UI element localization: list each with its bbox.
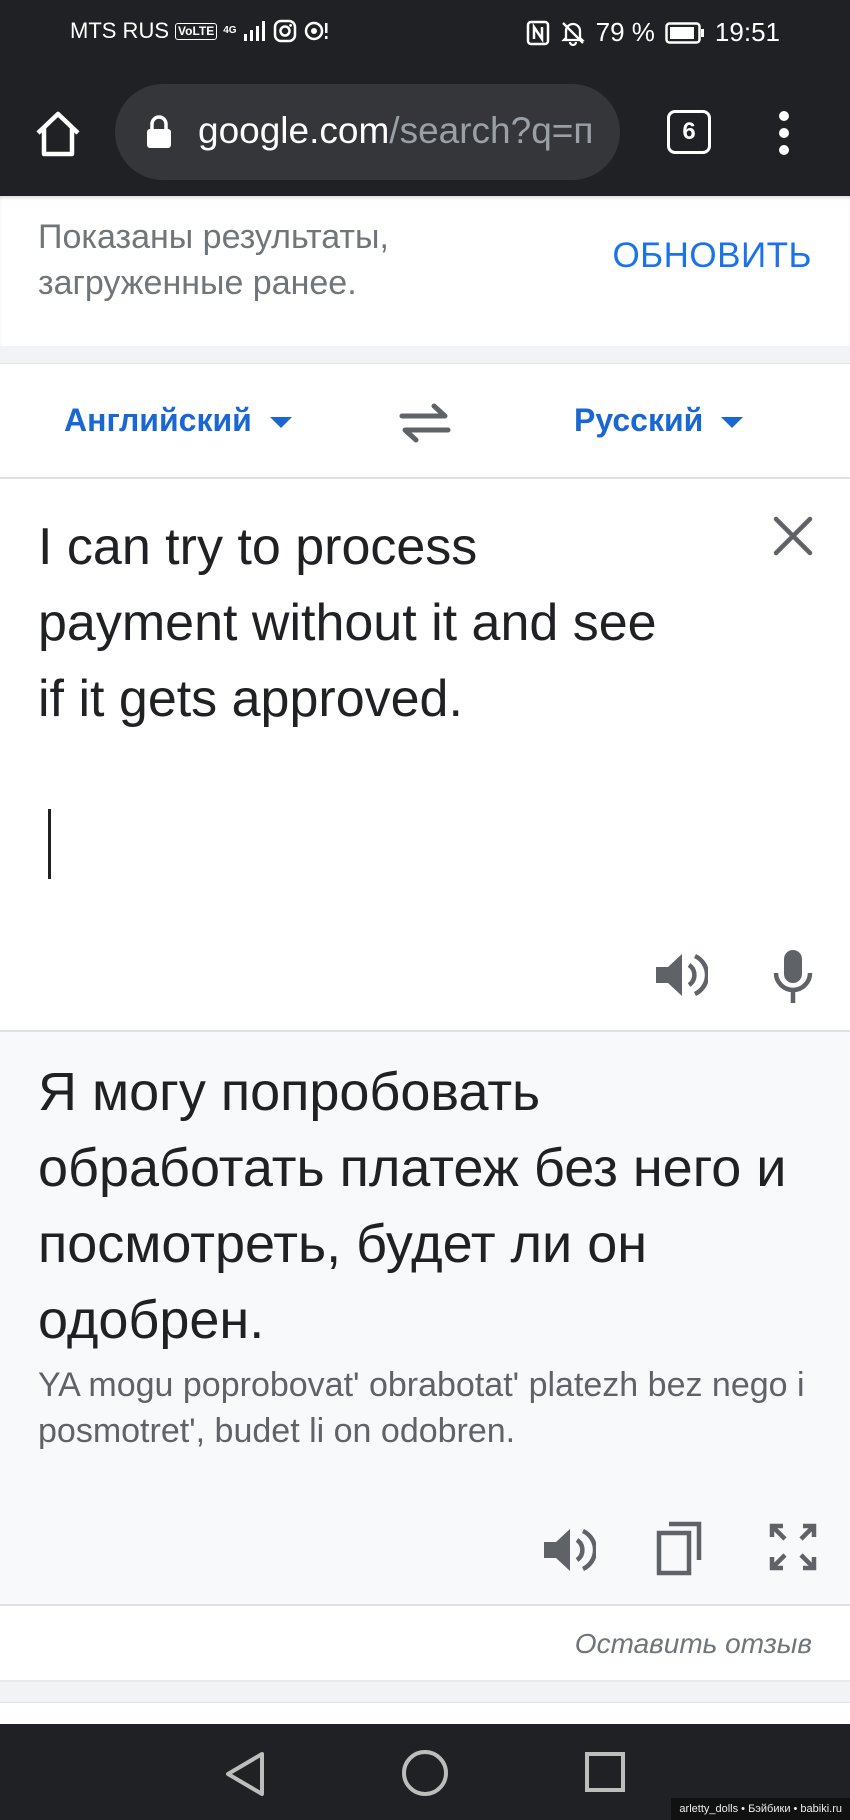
fullscreen-icon[interactable] — [768, 1522, 818, 1572]
status-right: 79 % 19:51 — [526, 17, 780, 48]
copy-icon[interactable] — [655, 1520, 703, 1576]
nfc-icon — [526, 20, 549, 45]
back-icon[interactable] — [222, 1750, 268, 1798]
lock-icon — [147, 115, 171, 148]
url-text: google.com/search?q=п — [198, 110, 593, 152]
target-language-label: Русский — [574, 402, 704, 438]
notification-dot-icon — [304, 21, 328, 41]
next-result-card — [0, 1702, 850, 1724]
source-text[interactable]: I can try to process payment without it … — [38, 509, 688, 737]
source-speaker-icon[interactable] — [652, 947, 708, 1003]
source-language-dropdown[interactable]: Английский — [64, 402, 292, 439]
home-nav-icon[interactable] — [402, 1750, 448, 1796]
url-path: /search?q=п — [389, 110, 594, 151]
system-navigation-bar: arletty_dolls • Бэйбики • babiki.ru — [0, 1724, 850, 1820]
tab-switcher-button[interactable]: 6 — [667, 110, 711, 154]
notice-text: Показаны результаты, загруженные ранее. — [38, 218, 389, 302]
browser-toolbar: google.com/search?q=п 6 — [0, 66, 850, 196]
send-feedback-link[interactable]: Оставить отзыв — [575, 1628, 812, 1660]
refresh-button[interactable]: ОБНОВИТЬ — [612, 236, 812, 276]
mute-bell-icon — [560, 21, 585, 46]
swap-languages-icon[interactable] — [398, 401, 452, 445]
translation-speaker-icon[interactable] — [540, 1522, 596, 1578]
source-language-caret-icon — [269, 417, 292, 428]
url-host: google.com — [198, 110, 390, 151]
instagram-icon — [273, 19, 296, 43]
volte-badge: VoLTE — [175, 22, 218, 40]
source-text-area[interactable]: I can try to process payment without it … — [0, 479, 850, 1032]
battery-percent: 79 % — [595, 17, 655, 47]
source-language-label: Английский — [64, 402, 252, 438]
translation-text: Я могу попробовать обработать платеж без… — [38, 1062, 787, 1350]
cached-results-notice: Показаны результаты, загруженные ранее. … — [0, 196, 850, 346]
battery-icon — [665, 21, 704, 44]
feedback-row: Оставить отзыв — [0, 1606, 850, 1682]
home-icon[interactable] — [30, 106, 86, 162]
text-cursor — [48, 809, 51, 879]
signal-icon — [243, 21, 265, 41]
microphone-icon[interactable] — [770, 947, 816, 1005]
translation-result: Я могу попробовать обработать платеж без… — [0, 1032, 850, 1606]
section-divider — [0, 346, 850, 364]
status-bar: MTS RUS VoLTE 4G 79 % 19:51 — [0, 0, 850, 66]
status-left: MTS RUS VoLTE 4G — [70, 18, 329, 44]
recent-apps-icon[interactable] — [585, 1752, 625, 1792]
clear-text-icon[interactable] — [768, 511, 818, 561]
target-language-dropdown[interactable]: Русский — [574, 402, 744, 439]
language-selector-bar: Английский Русский — [0, 365, 850, 479]
clock: 19:51 — [714, 17, 780, 47]
network-type: 4G — [223, 25, 237, 36]
carrier-name: MTS RUS — [70, 18, 169, 43]
watermark: arletty_dolls • Бэйбики • babiki.ru — [671, 1798, 850, 1820]
address-bar[interactable]: google.com/search?q=п — [115, 84, 620, 180]
transliteration-text: YA mogu poprobovat' obrabotat' platezh b… — [38, 1366, 805, 1450]
target-language-caret-icon — [721, 417, 744, 428]
more-options-icon[interactable] — [766, 110, 802, 156]
